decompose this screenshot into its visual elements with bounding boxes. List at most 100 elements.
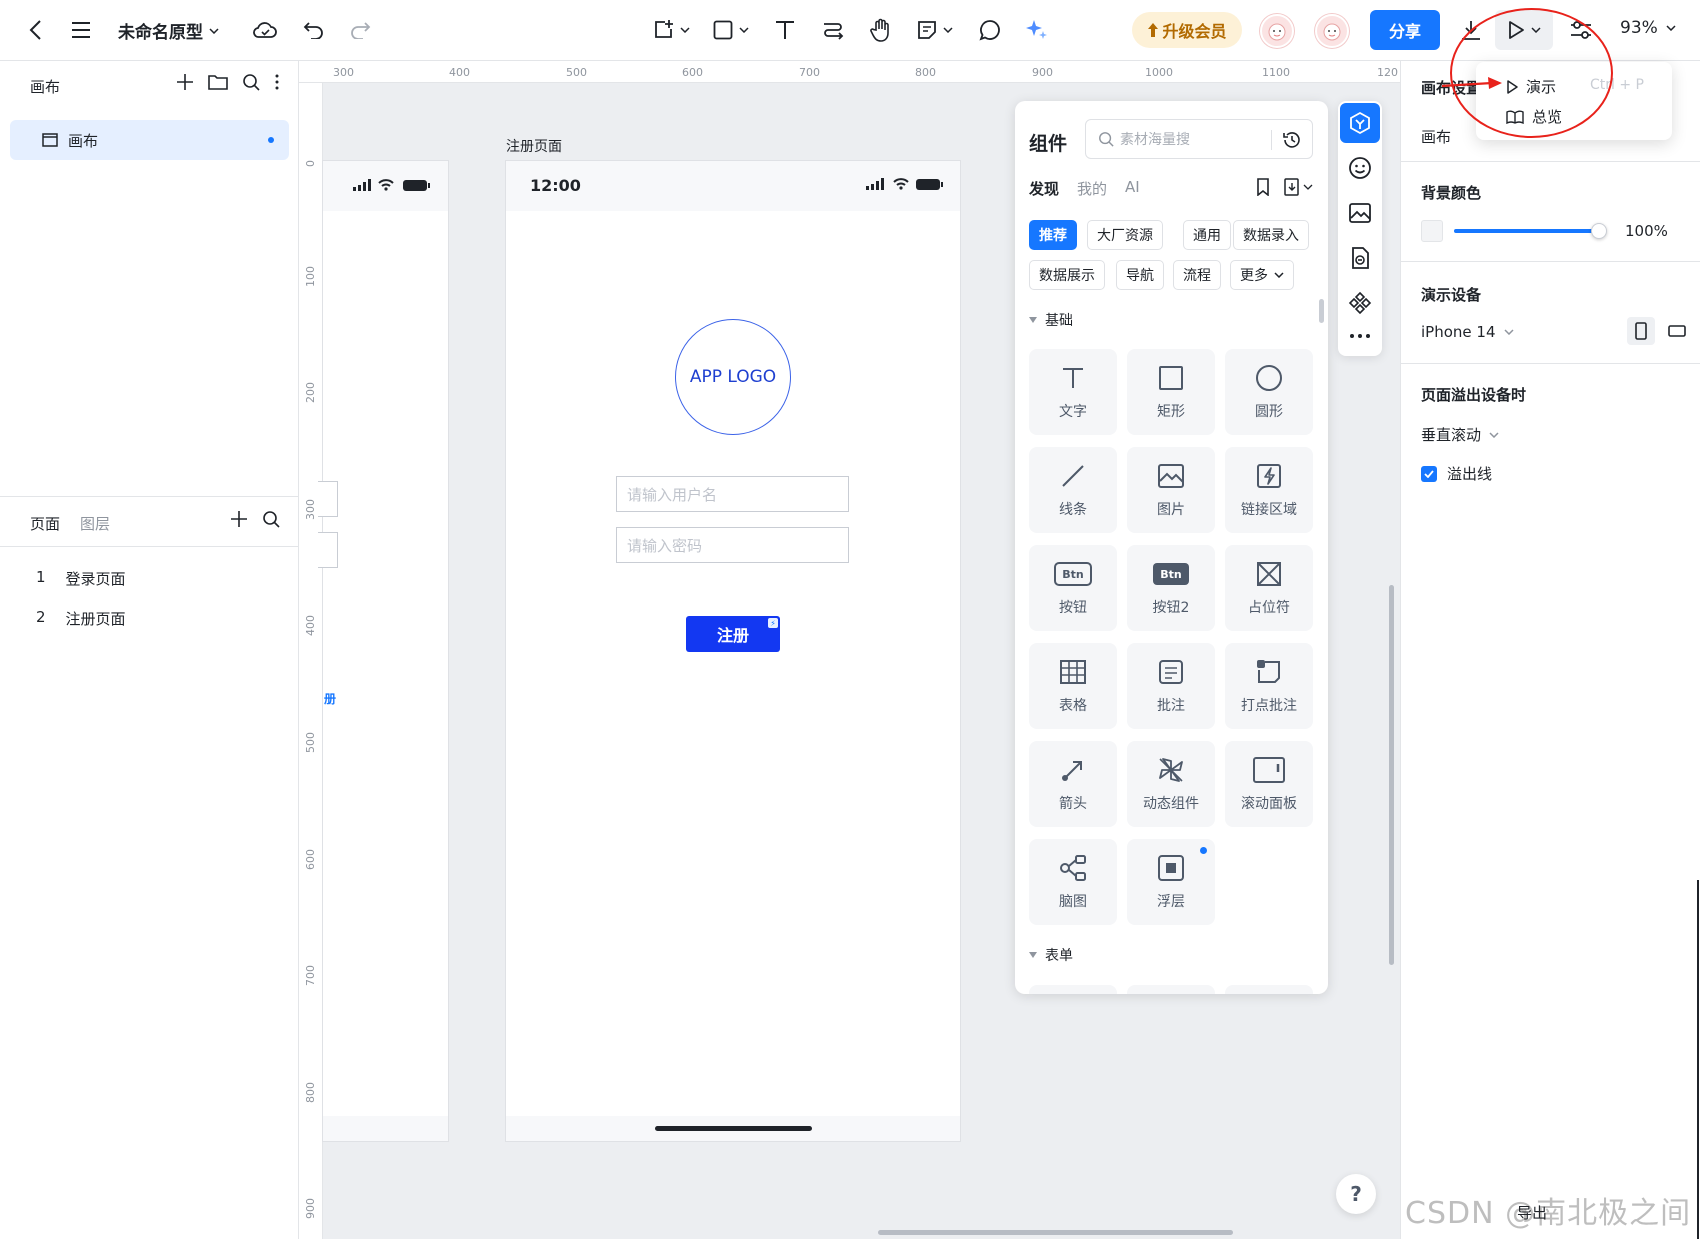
menu-item-present[interactable]: 演示 [1506,76,1556,97]
chip-data-display[interactable]: 数据展示 [1029,260,1105,290]
register-page-frame[interactable]: 12:00 APP LOGO 请输入用户名 请输入密码 注册 ⚡ [506,161,960,1141]
tab-layers[interactable]: 图层 [80,513,110,534]
import-icon[interactable] [1284,178,1314,196]
overflow-line-checkbox-row[interactable]: 溢出线 [1421,463,1492,484]
bg-color-swatch[interactable] [1421,220,1443,242]
more-icon[interactable] [1340,321,1380,351]
component-search-input[interactable]: 素材海量搜 [1085,119,1313,159]
slider-knob[interactable] [1591,223,1607,239]
search-icon[interactable] [262,510,280,528]
undo-icon[interactable] [300,13,328,47]
history-icon[interactable] [1282,130,1302,150]
page-item-login[interactable]: 1 登录页面 [36,568,126,589]
canvas-vertical-scrollbar[interactable] [1389,585,1394,965]
search-icon[interactable] [242,73,260,91]
bookmark-icon[interactable] [1256,178,1270,196]
redo-icon[interactable] [346,13,374,47]
connector-tool-icon[interactable] [818,13,848,47]
tile-form-partial[interactable] [1127,985,1215,994]
text-tool-icon[interactable] [770,13,800,47]
zoom-dropdown[interactable]: 93% [1620,18,1676,38]
tile-table[interactable]: 表格 [1029,643,1117,729]
back-icon[interactable] [22,13,48,47]
insert-frame-tool[interactable] [648,13,694,47]
menu-item-overview[interactable]: 总览 [1506,106,1562,127]
landscape-orientation-icon[interactable] [1663,317,1691,345]
scrollbar[interactable] [1319,299,1324,323]
tile-placeholder[interactable]: 占位符 [1225,545,1313,631]
components-tab-icon[interactable] [1340,103,1380,143]
username-input[interactable]: 请输入用户名 [616,476,849,512]
overflow-line-checkbox[interactable] [1421,465,1437,482]
register-button[interactable]: 注册 ⚡ [686,616,780,652]
upgrade-membership-button[interactable]: 升级会员 [1132,12,1242,48]
tile-form-partial[interactable] [1225,985,1313,994]
canvas-horizontal-scrollbar[interactable] [878,1230,1233,1235]
file-icon[interactable] [1340,238,1380,278]
tab-ai[interactable]: AI [1125,178,1140,199]
device-select[interactable]: iPhone 14 [1421,323,1514,341]
chip-big-vendor[interactable]: 大厂资源 [1087,220,1163,250]
download-icon[interactable] [1456,13,1486,47]
chip-general[interactable]: 通用 [1183,220,1231,250]
tile-overlay[interactable]: 浮层 [1127,839,1215,925]
tile-line[interactable]: 线条 [1029,447,1117,533]
tab-discover[interactable]: 发现 [1029,178,1059,199]
section-form-header[interactable]: 表单 [1029,945,1073,965]
cloud-sync-icon[interactable] [250,13,280,47]
tile-link-area[interactable]: 链接区域 [1225,447,1313,533]
more-vertical-icon[interactable] [274,73,280,91]
tile-text[interactable]: 文字 [1029,349,1117,435]
tile-scroll-panel[interactable]: 滚动面板 [1225,741,1313,827]
tile-arrow[interactable]: 箭头 [1029,741,1117,827]
tile-rectangle[interactable]: 矩形 [1127,349,1215,435]
project-name-dropdown[interactable]: 未命名原型 [118,18,219,43]
frame-title[interactable]: 注册页面 [506,136,562,156]
chip-data-entry[interactable]: 数据录入 [1233,220,1309,250]
sticky-note-tool[interactable] [912,13,958,47]
folder-icon[interactable] [208,73,228,91]
emoji-icon[interactable] [1340,148,1380,188]
settings-sliders-icon[interactable] [1566,13,1596,47]
image-icon[interactable] [1340,193,1380,233]
section-basic-header[interactable]: 基础 [1029,310,1073,330]
chip-more[interactable]: 更多 [1230,260,1294,290]
avatar[interactable] [1260,14,1294,48]
chip-flow[interactable]: 流程 [1173,260,1221,290]
overflow-select[interactable]: 垂直滚动 [1421,424,1499,445]
portrait-orientation-icon[interactable] [1627,317,1655,345]
tile-dot-note[interactable]: 打点批注 [1225,643,1313,729]
add-icon[interactable] [176,73,194,91]
tab-pages[interactable]: 页面 [30,513,60,534]
present-dropdown-button[interactable] [1495,10,1553,50]
login-page-frame[interactable] [323,161,448,1141]
tile-mindmap[interactable]: 脑图 [1029,839,1117,925]
tile-circle[interactable]: 圆形 [1225,349,1313,435]
ai-sparkle-icon[interactable] [1022,13,1052,47]
menu-icon[interactable] [68,13,94,47]
help-button[interactable]: ? [1336,1174,1376,1214]
app-logo[interactable]: APP LOGO [675,319,791,435]
tile-button2[interactable]: Btn 按钮2 [1127,545,1215,631]
rectangle-tool[interactable] [708,13,754,47]
bg-opacity-slider[interactable] [1454,223,1607,239]
chip-navigation[interactable]: 导航 [1116,260,1164,290]
tile-dynamic[interactable]: 动态组件 [1127,741,1215,827]
component-set-icon[interactable] [1340,283,1380,323]
tile-image[interactable]: 图片 [1127,447,1215,533]
tile-note[interactable]: 批注 [1127,643,1215,729]
chip-recommend[interactable]: 推荐 [1029,220,1077,250]
tab-mine[interactable]: 我的 [1077,178,1107,199]
page-item-register[interactable]: 2 注册页面 [36,608,126,629]
add-icon[interactable] [230,510,248,528]
avatar[interactable] [1315,14,1349,48]
tile-button[interactable]: Btn 按钮 [1029,545,1117,631]
frame-icon [42,133,58,147]
tile-form-partial[interactable] [1029,985,1117,994]
hand-tool-icon[interactable] [866,13,896,47]
comment-icon[interactable] [975,13,1005,47]
password-input[interactable]: 请输入密码 [616,527,849,563]
canvas-list-item[interactable]: 画布 [10,120,289,160]
bg-opacity-value[interactable]: 100% [1625,222,1668,240]
share-button[interactable]: 分享 [1370,10,1440,50]
